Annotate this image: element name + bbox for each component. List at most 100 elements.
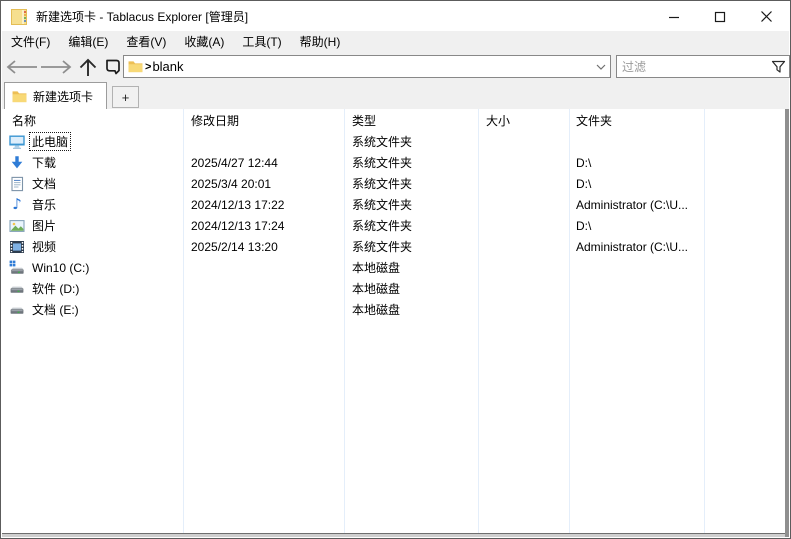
file-row[interactable]: 下载2025/4/27 12:44系统文件夹D:\	[2, 152, 785, 173]
toolbar: + > blank	[2, 53, 789, 81]
tab-page-icon	[103, 58, 122, 77]
minimize-icon	[668, 11, 680, 23]
file-name-cell[interactable]: 文档	[2, 174, 184, 193]
window-edge-bottom	[2, 533, 785, 537]
app-icon	[11, 9, 27, 25]
file-name[interactable]: Win10 (C:)	[29, 260, 92, 276]
breadcrumb-separator: >	[145, 61, 151, 73]
file-name-cell[interactable]: 下载	[2, 153, 184, 172]
back-arrow-icon	[4, 59, 39, 75]
this-pc-icon	[9, 134, 25, 150]
menu-favorites[interactable]: 收藏(A)	[175, 31, 233, 53]
file-rows: 此电脑系统文件夹下载2025/4/27 12:44系统文件夹D:\文档2025/…	[2, 131, 785, 320]
up-arrow-icon	[76, 58, 100, 77]
close-button[interactable]	[743, 2, 789, 31]
file-name-cell[interactable]: 软件 (D:)	[2, 279, 184, 298]
forward-arrow-icon	[39, 59, 74, 75]
tab-new-tab[interactable]: 新建选项卡	[4, 82, 107, 109]
file-name[interactable]: 图片	[29, 216, 59, 235]
file-name-cell[interactable]: ♪音乐	[2, 195, 184, 214]
column-header-type[interactable]: 类型	[345, 112, 479, 129]
menu-view[interactable]: 查看(V)	[117, 31, 175, 53]
column-header-name[interactable]: 名称	[2, 112, 184, 129]
filter-box	[616, 55, 790, 78]
file-name[interactable]: 此电脑	[29, 132, 71, 151]
address-bar[interactable]: > blank	[123, 55, 611, 78]
file-type: 系统文件夹	[345, 196, 479, 213]
tab-label: 新建选项卡	[33, 88, 93, 105]
file-row[interactable]: 视频2025/2/14 13:20系统文件夹Administrator (C:\…	[2, 236, 785, 257]
file-folder: Administrator (C:\U...	[570, 240, 705, 254]
pictures-icon	[9, 218, 25, 234]
file-row[interactable]: ♪音乐2024/12/13 17:22系统文件夹 Administrator (C…	[2, 194, 785, 215]
file-row[interactable]: 图片2024/12/13 17:24系统文件夹D:\	[2, 215, 785, 236]
drive-icon	[9, 281, 25, 297]
file-name[interactable]: 下载	[29, 153, 59, 172]
maximize-icon	[714, 11, 726, 23]
file-name-cell[interactable]: 此电脑	[2, 132, 184, 151]
file-row[interactable]: 软件 (D:) 本地磁盘	[2, 278, 785, 299]
menu-tools[interactable]: 工具(T)	[233, 31, 290, 53]
file-name-cell[interactable]: Win10 (C:)	[2, 260, 184, 276]
downloads-icon	[9, 155, 25, 171]
nav-buttons: +	[4, 53, 133, 81]
new-tab-button[interactable]: +	[112, 86, 139, 108]
file-folder: D:\	[570, 177, 705, 191]
tablacus-explorer-window: 新建选项卡 - Tablacus Explorer [管理员] 文件(F) 编辑…	[0, 0, 791, 539]
file-name-cell[interactable]: 图片	[2, 216, 184, 235]
chevron-down-icon[interactable]	[596, 64, 606, 70]
list-header: 名称 修改日期 类型 大小 文件夹	[2, 109, 785, 131]
file-date: 2025/4/27 12:44	[184, 156, 345, 170]
folder-icon	[12, 90, 27, 103]
menu-help[interactable]: 帮助(H)	[291, 31, 350, 53]
file-list: 名称 修改日期 类型 大小 文件夹 此电脑系统文件夹下载2025/4/27 12…	[2, 109, 785, 533]
file-row[interactable]: 此电脑 系统文件夹	[2, 131, 785, 152]
close-icon	[760, 10, 773, 23]
file-name[interactable]: 文档 (E:)	[29, 300, 82, 319]
filter-funnel-icon	[771, 59, 786, 74]
file-row[interactable]: 文档2025/3/4 20:01系统文件夹D:\	[2, 173, 785, 194]
file-folder: Administrator (C:\U...	[570, 198, 705, 212]
file-type: 系统文件夹	[345, 154, 479, 171]
back-button[interactable]	[4, 59, 39, 75]
file-name[interactable]: 视频	[29, 237, 59, 256]
maximize-button[interactable]	[697, 2, 743, 31]
window-title: 新建选项卡 - Tablacus Explorer [管理员]	[36, 8, 248, 25]
file-type: 系统文件夹	[345, 133, 479, 150]
file-type: 本地磁盘	[345, 280, 479, 297]
file-type: 系统文件夹	[345, 217, 479, 234]
file-row[interactable]: 文档 (E:) 本地磁盘	[2, 299, 785, 320]
file-date: 2024/12/13 17:22	[184, 198, 345, 212]
file-name-cell[interactable]: 文档 (E:)	[2, 300, 184, 319]
filter-input[interactable]	[617, 60, 769, 74]
file-folder: D:\	[570, 219, 705, 233]
window-edge-right	[785, 109, 789, 537]
videos-icon	[9, 239, 25, 255]
documents-icon	[9, 176, 25, 192]
file-name[interactable]: 音乐	[29, 195, 59, 214]
file-row[interactable]: Win10 (C:) 本地磁盘	[2, 257, 785, 278]
address-value: blank	[152, 59, 183, 74]
file-date: 2025/2/14 13:20	[184, 240, 345, 254]
menu-edit[interactable]: 编辑(E)	[59, 31, 117, 53]
drive-icon	[9, 302, 25, 318]
column-header-date[interactable]: 修改日期	[184, 112, 345, 129]
menu-bar: 文件(F) 编辑(E) 查看(V) 收藏(A) 工具(T) 帮助(H)	[2, 31, 789, 53]
file-name[interactable]: 文档	[29, 174, 59, 193]
window-controls	[651, 2, 789, 31]
column-header-size[interactable]: 大小	[479, 112, 570, 129]
tab-bar: 新建选项卡 +	[2, 81, 789, 109]
file-type: 本地磁盘	[345, 301, 479, 318]
file-name[interactable]: 软件 (D:)	[29, 279, 82, 298]
minimize-button[interactable]	[651, 2, 697, 31]
up-button[interactable]	[76, 58, 100, 77]
file-type: 本地磁盘	[345, 259, 479, 276]
drive-windows-icon	[9, 260, 25, 276]
forward-button[interactable]	[39, 59, 74, 75]
file-name-cell[interactable]: 视频	[2, 237, 184, 256]
column-header-folder[interactable]: 文件夹	[570, 112, 705, 129]
folder-icon	[128, 60, 143, 73]
title-bar: 新建选项卡 - Tablacus Explorer [管理员]	[2, 2, 789, 31]
file-type: 系统文件夹	[345, 175, 479, 192]
menu-file[interactable]: 文件(F)	[2, 31, 59, 53]
